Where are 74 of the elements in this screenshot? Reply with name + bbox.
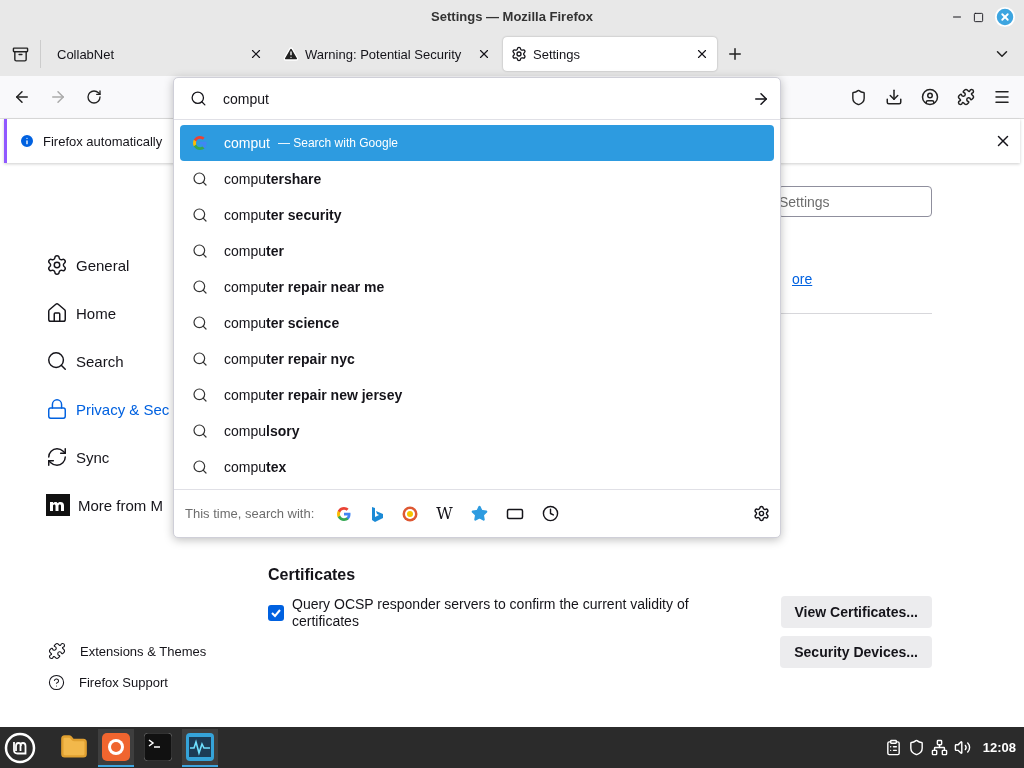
volume-icon[interactable] (953, 739, 971, 756)
clock: 12:08 (982, 740, 1016, 755)
home-icon (46, 302, 68, 324)
suggestion-item[interactable]: compulsory (180, 413, 774, 449)
search-icon (192, 279, 208, 295)
puzzle-icon (48, 642, 66, 660)
sync-icon (46, 446, 68, 468)
close-icon[interactable] (695, 47, 709, 61)
suggestion-item[interactable]: computer (180, 233, 774, 269)
warning-icon (283, 46, 299, 62)
learn-more-link[interactable]: ore (792, 271, 813, 287)
search-icon (192, 423, 208, 439)
download-icon[interactable] (885, 88, 903, 106)
history-icon[interactable] (541, 505, 559, 522)
settings-button[interactable]: View Certificates... (780, 596, 932, 628)
sidebar-link[interactable]: Extensions & Themes (48, 642, 230, 660)
section-heading: Certificates (268, 566, 357, 584)
menu-icon[interactable] (993, 88, 1011, 106)
lock-icon (46, 398, 68, 420)
google-icon[interactable] (336, 505, 353, 522)
new-tab-icon[interactable] (726, 45, 744, 63)
terminal-icon[interactable] (144, 732, 172, 761)
gear-icon[interactable] (753, 505, 770, 522)
tab-list-icon[interactable] (11, 45, 29, 63)
suggestion-item[interactable]: computer science (180, 305, 774, 341)
star-icon[interactable] (470, 505, 488, 522)
google-icon[interactable] (192, 135, 208, 151)
account-icon[interactable] (921, 88, 939, 106)
settings-button[interactable]: Security Devices... (780, 636, 932, 668)
duck-icon[interactable] (402, 505, 419, 522)
reload-icon[interactable] (86, 89, 102, 105)
search-with-label: This time, search with: (185, 506, 315, 521)
search-icon (192, 207, 208, 223)
suggestion-item[interactable]: computer repair nyc (180, 341, 774, 377)
back-icon[interactable] (13, 88, 31, 106)
suggestion-item[interactable]: computer repair new jersey (180, 377, 774, 413)
monitor-icon[interactable] (186, 732, 214, 761)
search-icon (192, 315, 208, 331)
info-icon (19, 133, 35, 149)
search-icon (192, 459, 208, 475)
suggestion-item[interactable]: computershare (180, 161, 774, 197)
folder-icon[interactable] (60, 732, 88, 761)
browser-tab[interactable]: Settings (503, 37, 717, 71)
suggestion-item[interactable]: computer repair near me (180, 269, 774, 305)
suggestion-item[interactable]: computex (180, 449, 774, 485)
gear-icon (46, 254, 68, 276)
notification-text: Firefox automatically (43, 133, 163, 149)
window-title: Settings — Mozilla Firefox (431, 8, 593, 24)
m-logo-icon (46, 494, 70, 516)
network-icon[interactable] (930, 739, 948, 756)
search-icon (192, 351, 208, 367)
gear-icon (511, 46, 527, 62)
close-icon[interactable] (477, 47, 491, 61)
shield-icon[interactable] (907, 739, 925, 756)
browser-icon[interactable] (102, 732, 130, 761)
search-icon (192, 243, 208, 259)
browser-tab[interactable]: Warning: Potential Security (275, 37, 499, 71)
browser-tab[interactable]: CollabNet (49, 37, 271, 71)
close-icon[interactable] (249, 47, 263, 61)
search-icon (46, 350, 68, 372)
sidebar-link[interactable]: Firefox Support (48, 674, 230, 691)
wikipedia-icon[interactable]: W (436, 504, 453, 523)
checkbox-label: Query OCSP responder servers to confirm the current validity of certificates (292, 596, 690, 630)
maximize-icon[interactable] (973, 11, 984, 23)
b-logo-icon[interactable] (370, 505, 385, 522)
search-icon (192, 171, 208, 187)
suggestion-item[interactable]: computer security (180, 197, 774, 233)
search-icon (192, 387, 208, 403)
checkbox[interactable] (268, 605, 284, 621)
clipboard-icon[interactable] (884, 739, 902, 756)
help-icon (48, 674, 65, 691)
search-icon (190, 90, 207, 107)
puzzle-icon[interactable] (957, 88, 975, 106)
start-menu-icon[interactable] (4, 731, 36, 764)
